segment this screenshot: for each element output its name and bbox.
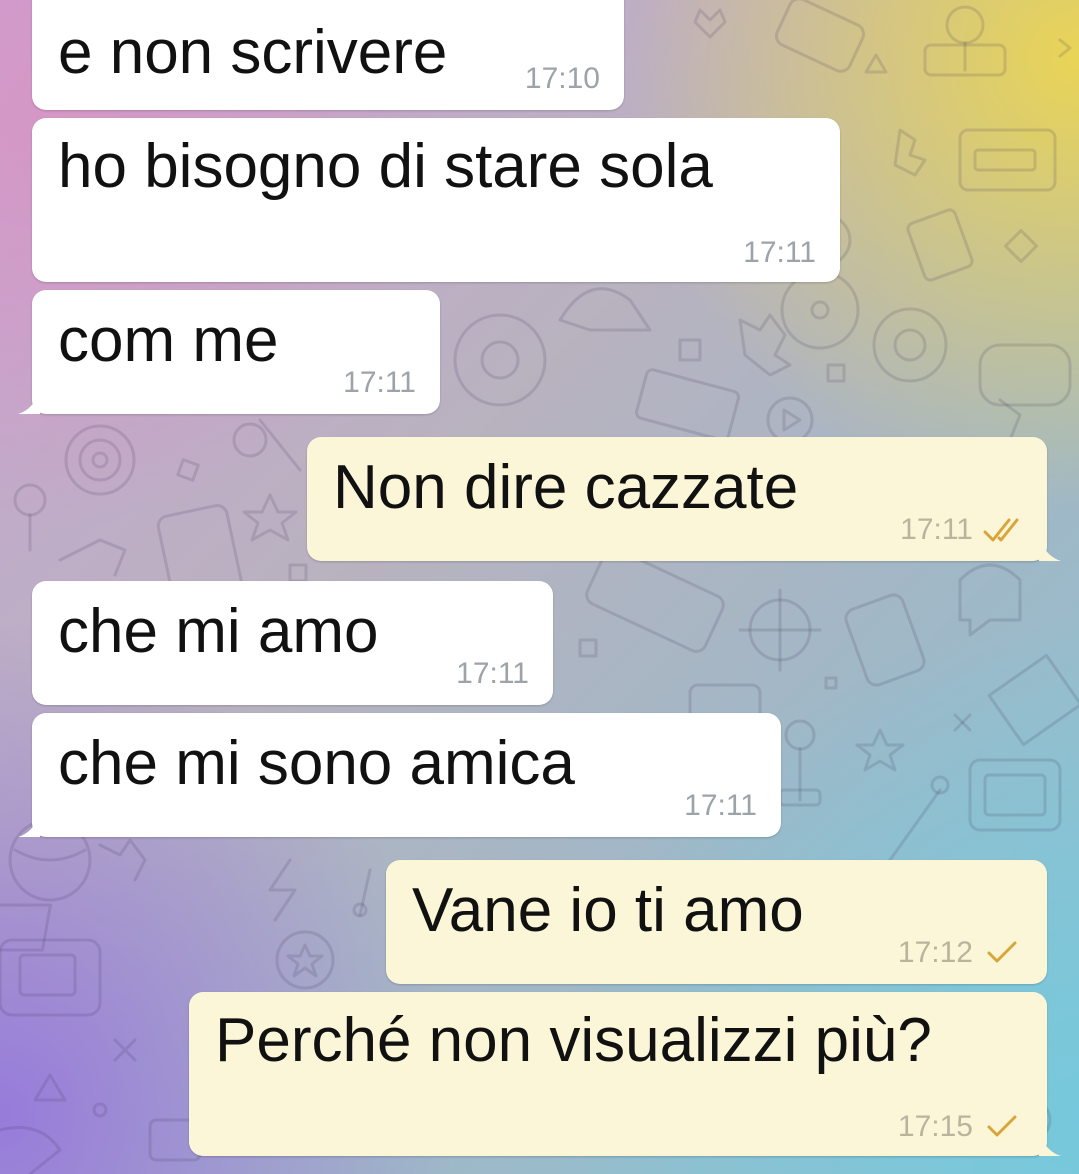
message-time: 17:12 [897,936,973,969]
message-bubble-incoming[interactable]: che mi sono amica 17:11 [18,713,781,837]
message-text: che mi sono amica [58,729,575,798]
message-meta: 17:12 [898,936,1023,970]
message-text: ho bisogno di stare sola [58,132,713,201]
message-meta: 17:15 [898,1110,1023,1144]
message-time: 17:11 [456,657,529,690]
message-time: 17:11 [900,513,973,546]
message-bubble-outgoing[interactable]: Vane io ti amo 17:12 [386,860,1047,984]
bubble-tail [1039,539,1061,561]
message-time: 17:11 [743,236,816,269]
message-text: che mi amo [58,597,379,666]
check-icon [987,941,1017,963]
bubble-tail [18,815,40,837]
message-bubble-outgoing[interactable]: Non dire cazzate 17:11 [307,437,1061,561]
message-time: 17:11 [343,366,416,399]
message-bubble-incoming[interactable]: e non scrivere 17:10 [32,0,624,110]
message-bubble-incoming[interactable]: che mi amo 17:11 [32,581,553,705]
message-text: com me [58,306,279,375]
message-text: Vane io ti amo [412,876,804,945]
message-bubble-incoming[interactable]: ho bisogno di stare sola 17:11 [32,118,840,282]
message-text: e non scrivere [58,18,448,87]
message-time: 17:15 [897,1110,973,1143]
message-time: 17:11 [684,789,757,822]
check-icon [987,1115,1017,1137]
message-time: 17:10 [524,62,600,95]
message-bubble-outgoing[interactable]: Perché non visualizzi più? 17:15 [189,992,1061,1156]
message-bubble-incoming[interactable]: com me 17:11 [18,290,440,414]
message-text: Perché non visualizzi più? [215,1006,932,1075]
bubble-tail [1039,1134,1061,1156]
double-check-icon [983,518,1019,542]
message-meta: 17:11 [900,513,1023,547]
message-text: Non dire cazzate [333,453,799,522]
bubble-tail [18,392,40,414]
